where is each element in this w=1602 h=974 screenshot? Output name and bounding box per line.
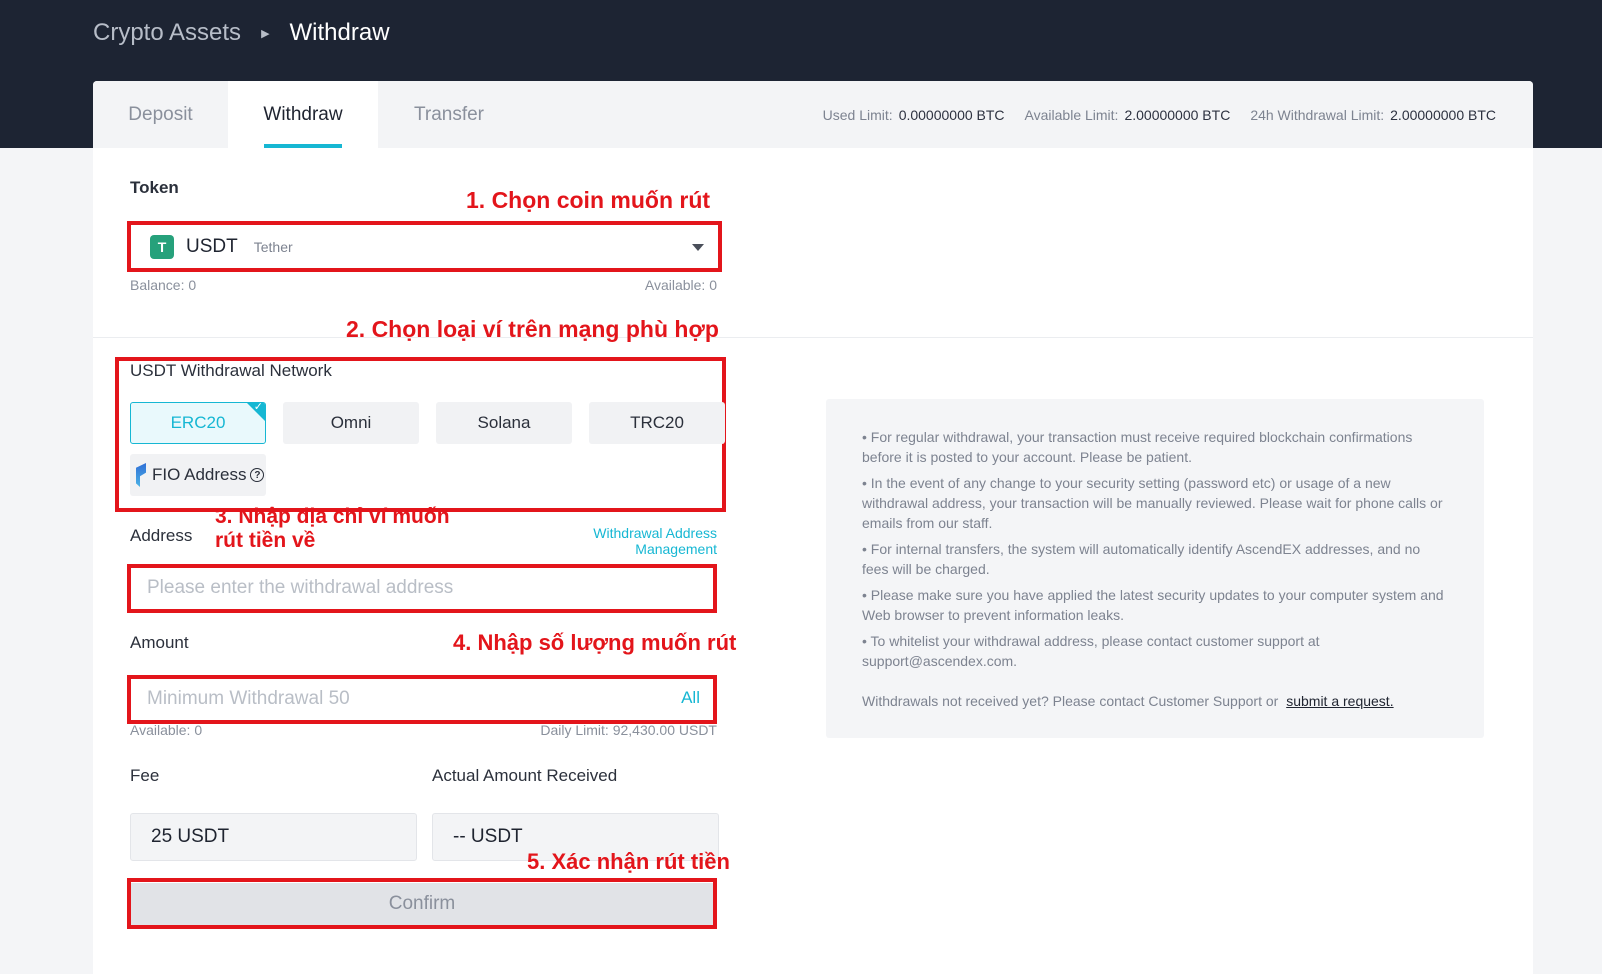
actual-amount-label: Actual Amount Received bbox=[432, 766, 618, 785]
notice-footer: Withdrawals not received yet? Please con… bbox=[862, 691, 1448, 711]
network-option-erc20-label: ERC20 bbox=[170, 413, 226, 432]
notice-item: • To whitelist your withdrawal address, … bbox=[862, 633, 1320, 669]
available-limit-value: 2.00000000 BTC bbox=[1124, 106, 1231, 123]
highlight-address bbox=[127, 564, 717, 613]
notice-item: • In the event of any change to your sec… bbox=[862, 475, 1443, 531]
daily-withdrawal-limit-value: 2.00000000 BTC bbox=[1390, 106, 1496, 123]
withdrawal-address-management-link[interactable]: Withdrawal Address Management bbox=[511, 525, 717, 557]
breadcrumb: Crypto Assets ▶ Withdraw bbox=[93, 18, 390, 48]
notice-item: • Please make sure you have applied the … bbox=[862, 587, 1444, 623]
fee-value: 25 USDT bbox=[130, 813, 417, 861]
highlight-amount bbox=[127, 675, 717, 724]
help-icon[interactable]: ? bbox=[250, 468, 265, 482]
amount-label: Amount bbox=[130, 633, 189, 652]
breadcrumb-current: Withdraw bbox=[289, 19, 390, 46]
used-limit-value: 0.00000000 BTC bbox=[898, 106, 1005, 123]
fio-logo-icon bbox=[136, 463, 146, 487]
annotation-step-3-line-1: 3. Nhập địa chỉ ví muốn bbox=[215, 505, 450, 528]
tab-deposit[interactable]: Deposit bbox=[93, 81, 228, 148]
annotation-step-4: 4. Nhập số lượng muốn rút bbox=[453, 630, 737, 655]
withdraw-card: Deposit Withdraw Transfer Used Limit: 0.0… bbox=[93, 81, 1533, 974]
notice-item: • For internal transfers, the system wil… bbox=[862, 541, 1421, 577]
fio-address-button[interactable]: FIO Address ? bbox=[130, 454, 266, 496]
tab-withdraw-label: Withdraw bbox=[263, 103, 343, 125]
network-option-omni[interactable]: Omni bbox=[283, 402, 419, 444]
withdrawal-notice-panel: • For regular withdrawal, your transacti… bbox=[826, 399, 1484, 738]
annotation-step-2: 2. Chọn loại ví trên mạng phù hợp bbox=[346, 316, 719, 342]
used-limit-label: Used Limit: bbox=[822, 106, 893, 123]
network-label: USDT Withdrawal Network bbox=[130, 361, 332, 380]
highlight-token-select bbox=[127, 221, 722, 272]
breadcrumb-crypto-assets[interactable]: Crypto Assets bbox=[93, 19, 241, 47]
tab-active-indicator bbox=[264, 144, 342, 148]
fee-label: Fee bbox=[130, 766, 160, 785]
network-option-solana[interactable]: Solana bbox=[436, 402, 572, 444]
check-icon: ✓ bbox=[253, 402, 263, 413]
daily-withdrawal-limit-label: 24h Withdrawal Limit: bbox=[1250, 106, 1385, 123]
breadcrumb-separator-icon: ▶ bbox=[261, 27, 270, 40]
annotation-step-3-line-2: rút tiền về bbox=[215, 529, 316, 552]
amount-available: Available: 0 bbox=[130, 722, 203, 738]
token-label: Token bbox=[130, 178, 179, 197]
available-limit-label: Available Limit: bbox=[1024, 106, 1119, 123]
notice-item: • For regular withdrawal, your transacti… bbox=[862, 429, 1413, 465]
submit-request-link[interactable]: submit a request. bbox=[1286, 693, 1393, 709]
network-option-trc20[interactable]: TRC20 bbox=[589, 402, 725, 444]
section-divider bbox=[93, 337, 1533, 338]
daily-withdrawal-limit: 24h Withdrawal Limit: 2.00000000 BTC bbox=[1250, 107, 1496, 123]
tab-bar: Deposit Withdraw Transfer Used Limit: 0.0… bbox=[93, 81, 1533, 148]
notice-footer-text: Withdrawals not received yet? Please con… bbox=[862, 693, 1279, 709]
fio-address-label: FIO Address bbox=[152, 465, 247, 484]
annotation-step-1: 1. Chọn coin muốn rút bbox=[466, 187, 711, 213]
address-label: Address bbox=[130, 526, 193, 545]
used-limit: Used Limit: 0.00000000 BTC bbox=[823, 107, 1005, 123]
annotation-step-5: 5. Xác nhận rút tiền bbox=[527, 849, 730, 874]
token-available: Available: 0 bbox=[644, 277, 717, 293]
highlight-confirm bbox=[127, 878, 717, 929]
available-limit: Available Limit: 2.00000000 BTC bbox=[1025, 107, 1231, 123]
tab-withdraw[interactable]: Withdraw bbox=[228, 81, 378, 148]
token-balance: Balance: 0 bbox=[130, 277, 197, 293]
network-option-erc20[interactable]: ERC20 ✓ bbox=[130, 402, 266, 444]
withdrawal-limits: Used Limit: 0.00000000 BTC Available Limi… bbox=[803, 81, 1496, 148]
daily-limit: Daily Limit: 92,430.00 USDT bbox=[540, 722, 717, 738]
tab-transfer[interactable]: Transfer bbox=[378, 81, 520, 148]
